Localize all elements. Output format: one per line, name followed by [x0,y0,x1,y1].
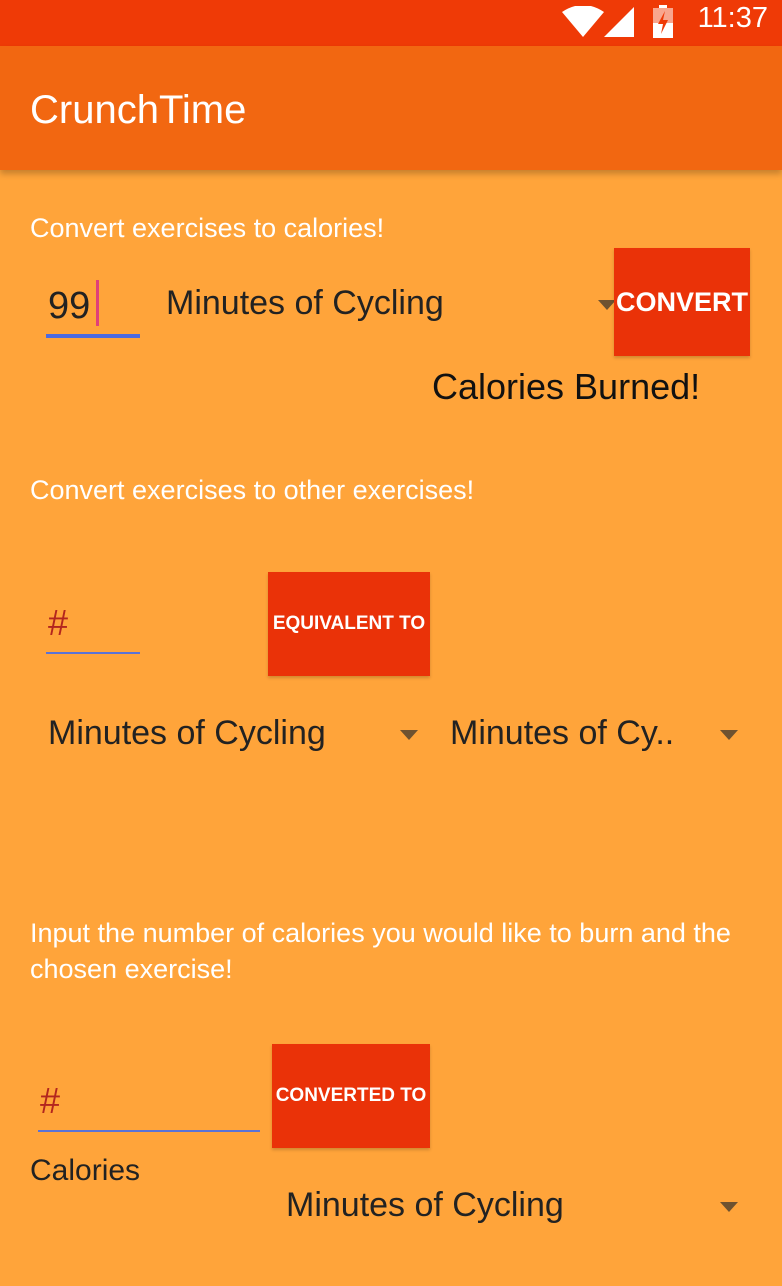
calories-hint: # [40,1080,61,1121]
amount-hint: # [48,602,69,643]
input-underline [38,1130,260,1132]
section2-label: Convert exercises to other exercises! [30,475,475,505]
exercise-amount-value: 99 [48,285,91,327]
from-exercise-value: Minutes of Cycling [48,714,326,752]
converted-to-button[interactable]: CONVERTED TO [272,1044,430,1148]
exercise-to-exercise-amount-input[interactable]: # [46,592,140,654]
convert-button[interactable]: CONVERT [614,248,750,356]
dropdown-arrow-icon [400,730,418,740]
cell-signal-icon [604,7,634,37]
to-exercise-spinner[interactable]: Minutes of Cy.. [450,704,740,764]
calories-amount-input[interactable]: # [38,1070,260,1132]
input-underline [46,652,140,654]
exercise-spinner-value: Minutes of Cycling [166,284,444,322]
battery-charging-icon [653,5,673,38]
app-bar: CrunchTime [0,46,782,170]
calories-caption: Calories [30,1154,141,1187]
section1-label: Convert exercises to calories! [30,213,385,243]
exercise-amount-input[interactable]: 99 [46,268,140,338]
exercise-spinner[interactable]: Minutes of Cycling [166,274,620,334]
calories-result: Calories Burned! [432,366,701,407]
from-exercise-spinner[interactable]: Minutes of Cycling [48,704,420,764]
equivalent-to-button[interactable]: EQUIVALENT TO [268,572,430,676]
wifi-icon [562,6,604,37]
target-exercise-spinner[interactable]: Minutes of Cycling [286,1176,740,1236]
to-exercise-value: Minutes of Cy.. [450,714,675,752]
section3-label: Input the number of calories you would l… [30,918,731,984]
target-exercise-value: Minutes of Cycling [286,1186,564,1224]
input-underline [46,334,140,338]
status-bar: 11:37 [0,0,782,46]
text-cursor [96,280,99,326]
app-title: CrunchTime [30,88,247,132]
dropdown-arrow-icon [720,730,738,740]
dropdown-arrow-icon [720,1202,738,1212]
status-time: 11:37 [697,2,768,34]
